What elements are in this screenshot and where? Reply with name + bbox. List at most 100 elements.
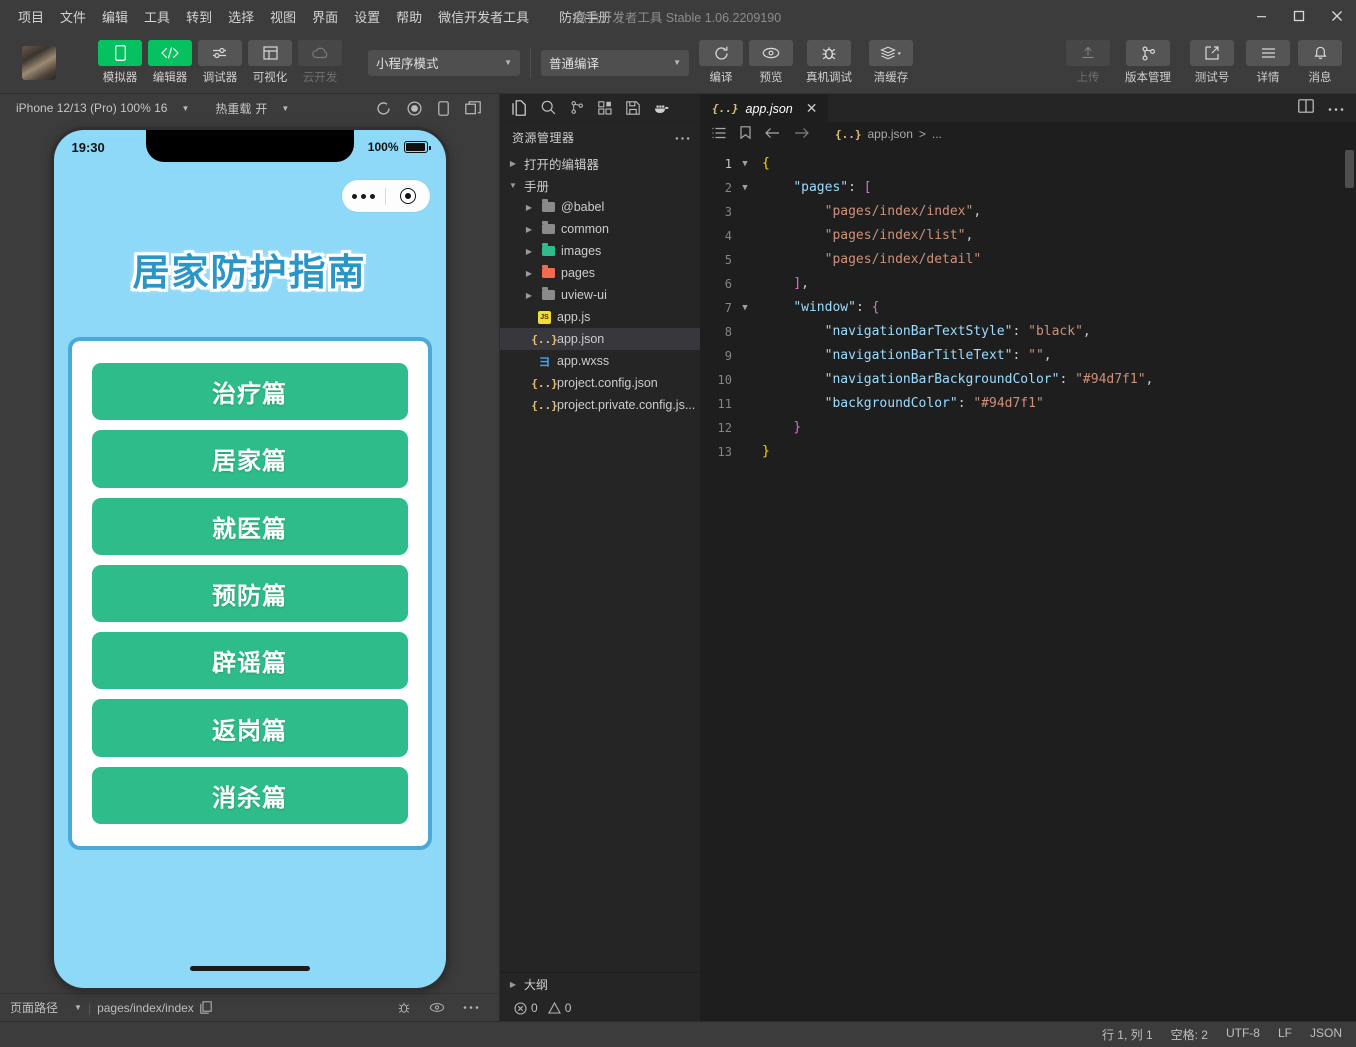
device-rotate-icon[interactable] — [438, 100, 449, 116]
warning-count-item[interactable]: 0 — [547, 1001, 571, 1015]
minimize-icon[interactable] — [1242, 0, 1280, 32]
tool-cloud[interactable]: 云开发 — [296, 40, 344, 85]
tree-item-project-config-json[interactable]: {..} project.config.json — [500, 372, 700, 394]
forward-arrow-icon[interactable] — [794, 127, 809, 142]
tree-item-common[interactable]: ▶ common — [500, 218, 700, 240]
tool-visualizer[interactable]: 可视化 — [246, 40, 294, 85]
hot-reload-toggle[interactable]: 热重载 开 ▼ — [209, 98, 295, 119]
encoding[interactable]: UTF-8 — [1226, 1026, 1260, 1043]
copy-icon[interactable] — [200, 1001, 212, 1014]
action-version-control[interactable]: 版本管理 — [1116, 40, 1180, 85]
bug-icon[interactable] — [397, 1001, 411, 1015]
more-icon[interactable] — [463, 1005, 479, 1010]
tree-item-images[interactable]: ▶ images — [500, 240, 700, 262]
breadcrumb-tail[interactable]: ... — [932, 127, 942, 141]
record-icon[interactable] — [407, 100, 422, 116]
menu-item-settings[interactable]: 设置 — [346, 3, 388, 30]
bookmark-icon[interactable] — [740, 126, 751, 142]
scrollbar-thumb[interactable] — [1345, 150, 1354, 188]
more-icon[interactable] — [342, 193, 386, 199]
more-icon[interactable] — [1328, 99, 1344, 117]
action-preview[interactable]: 预览 — [747, 40, 795, 85]
code-text: "navigationBarBackgroundColor": "#94d7f1… — [824, 372, 1154, 387]
eye-icon[interactable] — [429, 1002, 445, 1013]
menu-item-project[interactable]: 项目 — [10, 3, 52, 30]
fold-chevron-down-icon[interactable]: ▼ — [736, 176, 754, 200]
section-button-medical[interactable]: 就医篇 — [91, 497, 408, 555]
user-avatar[interactable] — [22, 45, 56, 80]
cursor-position[interactable]: 行 1, 列 1 — [1102, 1026, 1153, 1043]
code-editor[interactable]: 1 ▼{2 ▼ "pages": [3 "pages/index/index", 4 … — [700, 146, 1356, 1021]
menu-item-edit[interactable]: 编辑 — [94, 3, 136, 30]
mode-select[interactable]: 小程序模式 ▼ — [368, 49, 520, 76]
tree-root-folder[interactable]: ▼ 手册 — [500, 174, 700, 196]
section-button-home[interactable]: 居家篇 — [91, 430, 408, 488]
action-details[interactable]: 详情 — [1244, 40, 1292, 85]
more-icon[interactable] — [675, 130, 690, 144]
section-button-return-to-work[interactable]: 返岗篇 — [91, 699, 408, 757]
menu-item-devtools[interactable]: 微信开发者工具 — [430, 3, 537, 30]
section-button-treatment[interactable]: 治疗篇 — [91, 363, 408, 421]
close-mini-program-icon[interactable] — [386, 188, 430, 204]
close-icon[interactable] — [1318, 0, 1356, 32]
breadcrumb-file[interactable]: app.json — [868, 127, 913, 141]
menu-item-goto[interactable]: 转到 — [178, 3, 220, 30]
line-number: 4 — [724, 229, 732, 243]
action-real-device-debug[interactable]: 真机调试 — [797, 40, 861, 85]
action-test-account[interactable]: 测试号 — [1184, 40, 1240, 85]
compile-select[interactable]: 普通编译 ▼ — [541, 49, 689, 76]
fold-chevron-down-icon[interactable]: ▼ — [736, 296, 754, 320]
source-control-icon[interactable] — [570, 100, 584, 115]
section-button-rumor[interactable]: 辟谣篇 — [91, 632, 408, 690]
editor-scrollbar[interactable] — [1342, 146, 1356, 1021]
docker-icon[interactable] — [654, 102, 670, 114]
action-compile[interactable]: 编译 — [697, 40, 745, 85]
tree-item-app-wxss[interactable]: ヨ app.wxss — [500, 350, 700, 372]
fold-chevron-down-icon[interactable]: ▼ — [736, 152, 754, 176]
folder-images-icon — [540, 243, 557, 256]
close-icon[interactable]: ✕ — [806, 100, 818, 117]
indentation[interactable]: 空格: 2 — [1171, 1026, 1208, 1043]
menu-item-select[interactable]: 选择 — [220, 3, 262, 30]
section-button-prevention[interactable]: 预防篇 — [91, 564, 408, 623]
language-mode[interactable]: JSON — [1310, 1026, 1342, 1043]
tab-app-json[interactable]: {..} app.json ✕ — [700, 94, 828, 122]
tree-item-app-json[interactable]: {..} app.json — [500, 328, 700, 350]
section-button-disinfection[interactable]: 消杀篇 — [91, 766, 408, 824]
action-upload[interactable]: 上传 — [1064, 40, 1112, 85]
back-arrow-icon[interactable] — [765, 127, 780, 142]
menu-item-help[interactable]: 帮助 — [388, 3, 430, 30]
multi-window-icon[interactable] — [465, 101, 481, 115]
refresh-icon[interactable] — [376, 101, 391, 116]
maximize-icon[interactable] — [1280, 0, 1318, 32]
split-editor-icon[interactable] — [1298, 98, 1314, 118]
extensions-icon[interactable] — [598, 100, 612, 115]
tree-item-pages[interactable]: ▶ pages — [500, 262, 700, 284]
tree-item-project-private-config-json[interactable]: {..} project.private.config.js... — [500, 394, 700, 416]
menu-item-file[interactable]: 文件 — [52, 3, 94, 30]
files-icon[interactable] — [512, 99, 527, 116]
menu-item-tools[interactable]: 工具 — [136, 3, 178, 30]
menu-item-view[interactable]: 视图 — [262, 3, 304, 30]
line-number: 9 — [724, 349, 732, 363]
menu-item-interface[interactable]: 界面 — [304, 3, 346, 30]
search-icon[interactable] — [541, 100, 556, 115]
error-count-item[interactable]: 0 — [514, 1001, 538, 1015]
tree-item-app-js[interactable]: JS app.js — [500, 306, 700, 328]
chevron-right-icon: ▶ — [525, 224, 533, 234]
outline-header[interactable]: ▶ 大纲 — [500, 973, 700, 995]
eol[interactable]: LF — [1278, 1026, 1292, 1043]
save-all-icon[interactable] — [626, 100, 640, 115]
tool-editor[interactable]: 编辑器 — [146, 40, 194, 85]
action-messages[interactable]: 消息 — [1296, 40, 1344, 85]
chevron-down-icon[interactable]: ▼ — [74, 1003, 82, 1012]
tree-item-babel[interactable]: ▶ @babel — [500, 196, 700, 218]
tree-item-uview-ui[interactable]: ▶ uview-ui — [500, 284, 700, 306]
action-clear-cache[interactable]: 清缓存 — [863, 40, 919, 85]
tool-simulator[interactable]: 模拟器 — [96, 40, 144, 85]
outline-list-icon[interactable] — [712, 127, 726, 142]
tree-open-editors[interactable]: ▶ 打开的编辑器 — [500, 152, 700, 174]
device-select[interactable]: iPhone 12/13 (Pro) 100% 16 ▼ — [10, 99, 195, 117]
tool-debugger[interactable]: 调试器 — [196, 40, 244, 85]
action-version-control-label: 版本管理 — [1125, 72, 1171, 84]
